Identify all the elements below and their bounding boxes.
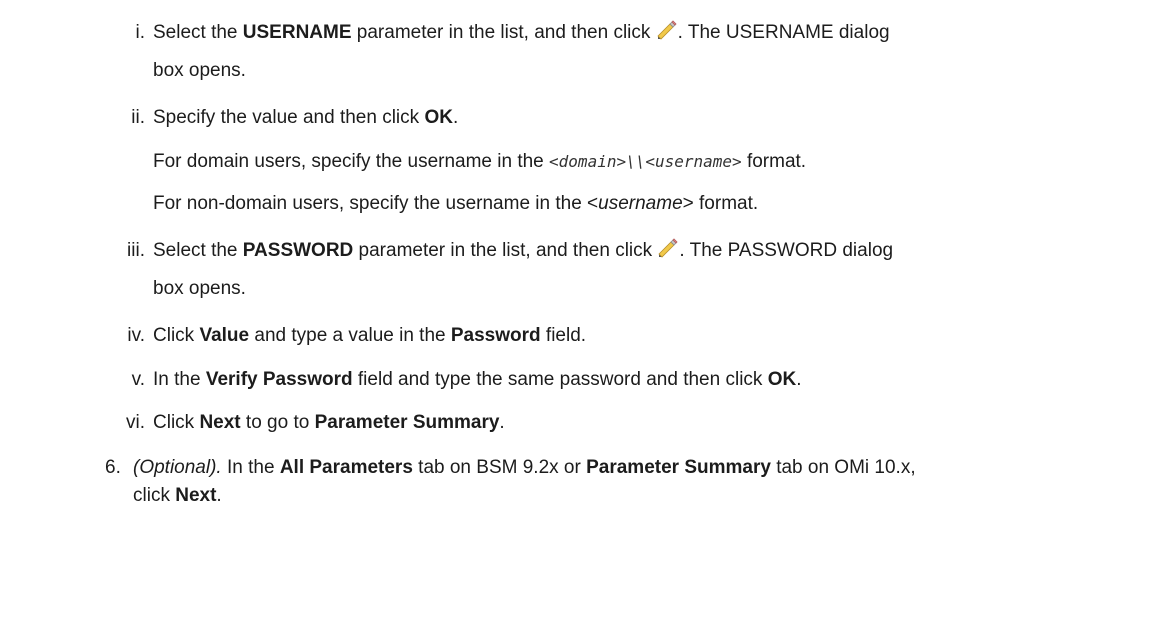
- step-iv-bold-password: Password: [450, 325, 541, 346]
- step-iii-marker: iii.: [127, 240, 145, 261]
- step-6-cont-pre: click: [133, 485, 176, 506]
- step-6-mid2: tab on OMi 10.x,: [770, 457, 916, 478]
- step-iv-mid: and type a value in the: [249, 325, 451, 346]
- step-ii-text: Specify the value and then click OK.: [153, 106, 458, 130]
- note-nondomain-pre: For non-domain users, specify the userna…: [153, 193, 599, 214]
- step-6-optional: (Optional).: [133, 457, 222, 478]
- step-vi-bold-parameter-summary: Parameter Summary: [314, 412, 500, 433]
- step-i-post: . The USERNAME dialog: [677, 22, 890, 43]
- step-6-cont-post: .: [216, 485, 222, 506]
- step-iii-mid: parameter in the list, and then click: [353, 240, 658, 261]
- step-iii-bold-password: PASSWORD: [242, 240, 354, 261]
- step-vi-text: Click Next to go to Parameter Summary.: [153, 411, 505, 435]
- step-vi-bold-next: Next: [199, 412, 241, 433]
- step-v-bold-ok: OK: [767, 369, 797, 390]
- step-iii-pre: Select the: [153, 240, 243, 261]
- step-vi-mid: to go to: [240, 412, 315, 433]
- step-ii-note-nondomain: For non-domain users, specify the userna…: [153, 192, 758, 216]
- step-ii-pre: Specify the value and then click: [153, 107, 425, 128]
- step-6-mid1: tab on BSM 9.2x or: [412, 457, 587, 478]
- step-i-marker: i.: [135, 22, 146, 43]
- step-i-pre: Select the: [153, 22, 243, 43]
- step-iv-text: Click Value and type a value in the Pass…: [153, 324, 586, 348]
- step-6-text: (Optional). In the All Parameters tab on…: [133, 456, 916, 480]
- step-iii-post: . The PASSWORD dialog: [679, 240, 894, 261]
- note-nondomain-em: username: [598, 193, 683, 214]
- note-domain-pre: For domain users, specify the username i…: [153, 151, 550, 172]
- note-domain-code: <domain>\\<username>: [549, 152, 742, 171]
- step-iv-marker: iv.: [127, 325, 145, 346]
- step-iii-text: Select the PASSWORD parameter in the lis…: [153, 237, 893, 263]
- step-v-text: In the Verify Password field and type th…: [153, 368, 801, 392]
- step-i-mid: parameter in the list, and then click: [351, 22, 656, 43]
- step-vi-post: .: [499, 412, 505, 433]
- step-ii-note-domain: For domain users, specify the username i…: [153, 150, 806, 174]
- pencil-edit-icon: [657, 20, 677, 40]
- note-nondomain-post: > format.: [682, 193, 759, 214]
- step-6-pre: In the: [221, 457, 280, 478]
- step-6-bold-parameter-summary: Parameter Summary: [586, 457, 771, 478]
- step-i-bold-username: USERNAME: [242, 22, 352, 43]
- step-vi-pre: Click: [153, 412, 200, 433]
- step-v-post: .: [796, 369, 802, 390]
- step-iv-pre: Click: [153, 325, 200, 346]
- pencil-edit-icon: [658, 238, 678, 258]
- step-v-pre: In the: [153, 369, 206, 390]
- step-v-mid: field and type the same password and the…: [352, 369, 768, 390]
- step-i-continued: box opens.: [153, 60, 246, 81]
- step-v-bold-verify-password: Verify Password: [205, 369, 353, 390]
- step-6-marker: 6.: [105, 457, 121, 478]
- step-vi-marker: vi.: [126, 412, 145, 433]
- step-ii-bold-ok: OK: [424, 107, 453, 128]
- step-6-continued: click Next.: [133, 484, 222, 508]
- step-iv-bold-value: Value: [199, 325, 250, 346]
- step-6-bold-all-parameters: All Parameters: [279, 457, 413, 478]
- step-ii-marker: ii.: [131, 107, 145, 128]
- step-v-marker: v.: [131, 369, 145, 390]
- note-domain-post: format.: [741, 151, 807, 172]
- step-6-bold-next: Next: [175, 485, 217, 506]
- step-iv-post: field.: [540, 325, 587, 346]
- step-ii-post: .: [452, 107, 459, 128]
- step-iii-continued: box opens.: [153, 278, 246, 299]
- step-i-text: Select the USERNAME parameter in the lis…: [153, 19, 890, 45]
